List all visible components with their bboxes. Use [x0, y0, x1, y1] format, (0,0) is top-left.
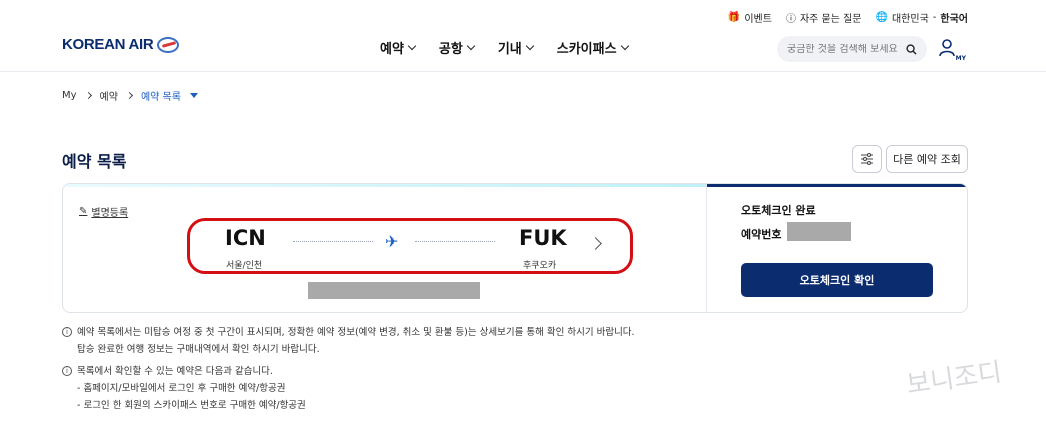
global-header: 🎁 이벤트 ⓘ 자주 묻는 질문 🌐 대한민국 - 한국어 KOREAN AIR… — [0, 0, 1046, 72]
breadcrumb-current[interactable]: 예약 목록 — [141, 88, 181, 103]
nav-inflight[interactable]: 기내 — [498, 38, 535, 57]
origin-code: ICN — [225, 226, 266, 250]
page-title: 예약 목록 — [62, 152, 127, 171]
my-page-button[interactable]: MY — [938, 38, 966, 62]
auto-checkin-confirm-button[interactable]: 오토체크인 확인 — [741, 263, 933, 297]
chevron-down-icon — [407, 41, 417, 51]
search-box — [777, 36, 927, 62]
pencil-icon: ✎ — [79, 206, 88, 217]
main-nav: 예약 공항 기내 스카이패스 — [380, 38, 629, 57]
info-icon: i — [62, 366, 72, 376]
route-line-right — [415, 241, 495, 242]
watermark: 보니조디 — [904, 357, 1004, 401]
search-input[interactable] — [787, 43, 905, 55]
card-divider — [706, 184, 707, 312]
chevron-right-icon — [84, 91, 92, 100]
redacted-flight-info — [308, 282, 480, 299]
note-item: i 예약 목록에서는 미탑승 여정 중 첫 구간이 표시되며, 정확한 예약 정… — [62, 324, 635, 358]
alias-register-link[interactable]: ✎ 별명등록 — [79, 204, 128, 219]
sliders-icon — [861, 153, 873, 165]
taegeuk-logo-icon — [157, 36, 180, 53]
chevron-right-icon — [125, 91, 133, 100]
card-accent-line — [63, 184, 706, 187]
pnr-label: 예약번호 — [741, 228, 782, 241]
breadcrumb-reservation[interactable]: 예약 — [100, 88, 118, 103]
korean-air-logo[interactable]: KOREAN AIR — [62, 36, 180, 53]
caret-down-icon[interactable] — [189, 93, 198, 98]
nav-reservation[interactable]: 예약 — [380, 38, 417, 57]
chevron-down-icon — [620, 41, 629, 51]
breadcrumb-my[interactable]: My — [62, 90, 77, 101]
card-accent-line-right — [706, 184, 967, 187]
note-item: i 목록에서 확인할 수 있는 예약은 다음과 같습니다. - 홈페이지/모바일… — [62, 363, 635, 414]
nav-skypass[interactable]: 스카이패스 — [557, 38, 629, 57]
filter-button[interactable] — [852, 145, 882, 173]
destination-city: 후쿠오카 — [523, 261, 557, 271]
faq-link[interactable]: ⓘ 자주 묻는 질문 — [786, 10, 862, 25]
search-icon[interactable] — [906, 43, 917, 55]
event-link[interactable]: 🎁 이벤트 — [728, 10, 772, 25]
globe-icon: 🌐 — [875, 12, 888, 23]
utility-menu: 🎁 이벤트 ⓘ 자주 묻는 질문 🌐 대한민국 - 한국어 — [728, 10, 968, 25]
route-line-left — [293, 241, 373, 242]
info-icon: i — [62, 327, 72, 337]
airplane-icon: ✈ — [385, 232, 399, 251]
chevron-down-icon — [525, 41, 535, 51]
question-icon: ⓘ — [785, 14, 796, 25]
my-label: MY — [955, 55, 966, 62]
checkin-status: 오토체크인 완료 — [741, 204, 816, 217]
info-notes: i 예약 목록에서는 미탑승 여정 중 첫 구간이 표시되며, 정확한 예약 정… — [62, 324, 635, 414]
language-selector[interactable]: 🌐 대한민국 - 한국어 — [876, 10, 968, 25]
chevron-down-icon — [466, 41, 476, 51]
redacted-pnr — [787, 222, 851, 241]
destination-code: FUK — [519, 226, 567, 250]
origin-city: 서울/인천 — [226, 261, 263, 271]
gift-icon: 🎁 — [727, 12, 741, 23]
breadcrumb: My 예약 예약 목록 — [62, 88, 198, 103]
other-reservation-lookup-button[interactable]: 다른 예약 조회 — [886, 145, 968, 173]
nav-airport[interactable]: 공항 — [439, 38, 476, 57]
reservation-card: ✎ 별명등록 ICN 서울/인천 ✈ FUK 후쿠오카 오토체크인 완료 예약번… — [62, 183, 968, 313]
